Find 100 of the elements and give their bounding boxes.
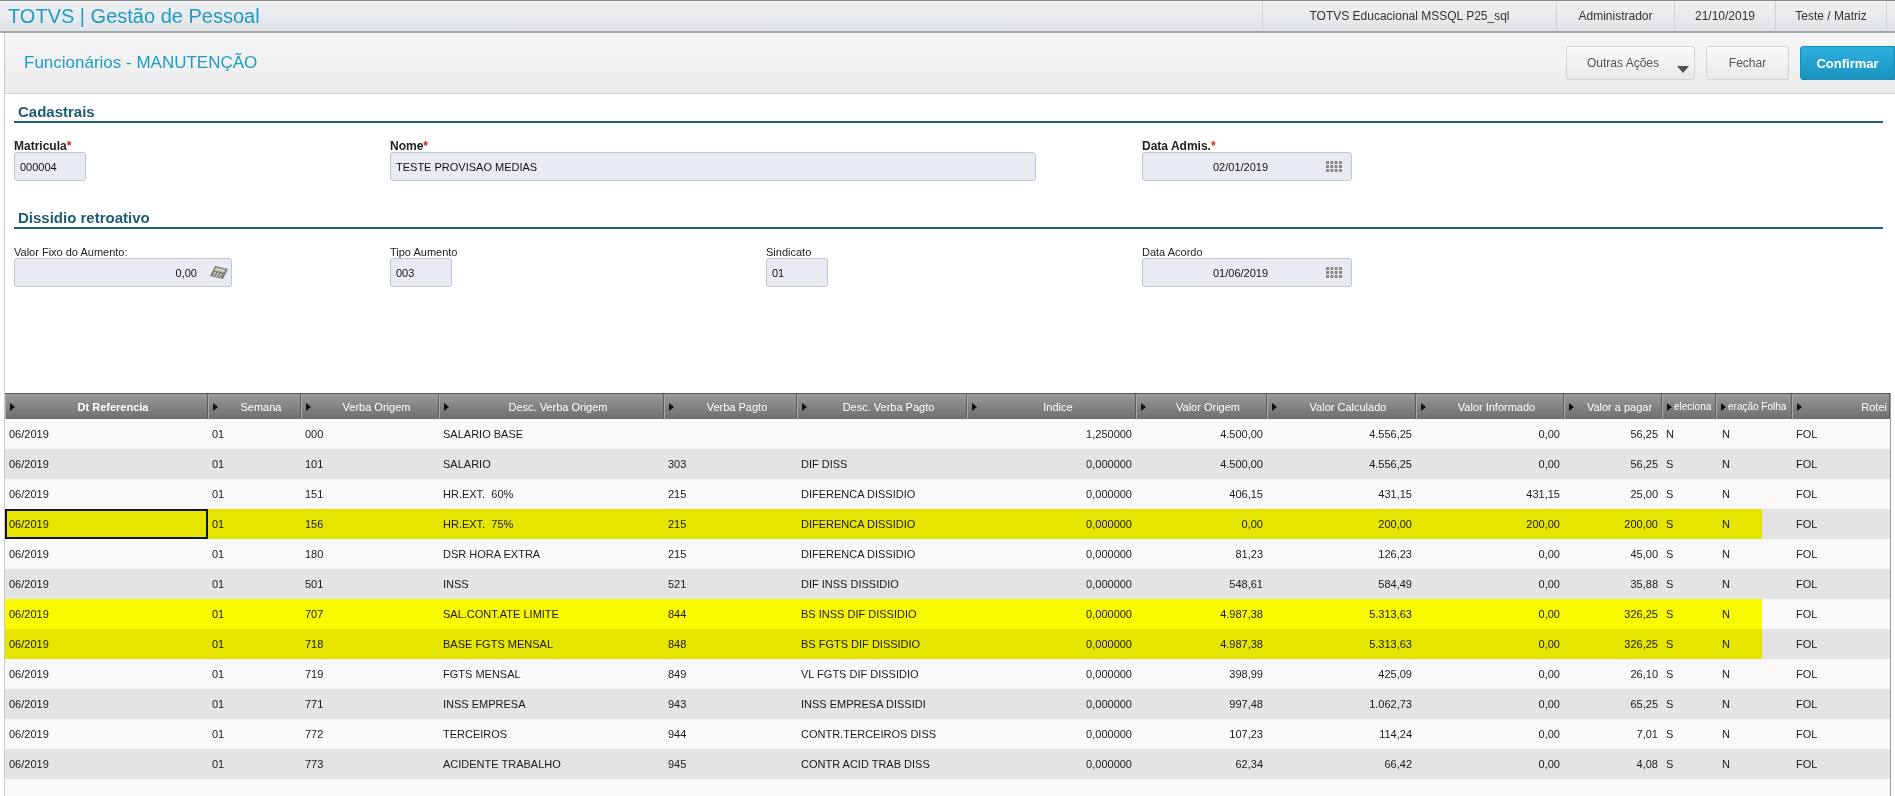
table-cell-text: 66,42: [1383, 757, 1413, 772]
close-button[interactable]: Fechar: [1706, 46, 1789, 80]
calculator-icon[interactable]: [210, 266, 228, 279]
caret-icon[interactable]: [306, 402, 311, 411]
caret-icon[interactable]: [1141, 402, 1146, 411]
input-field[interactable]: 01: [766, 258, 828, 287]
caret-icon[interactable]: [669, 402, 674, 411]
table-cell-text: 114,24: [1378, 727, 1413, 742]
table-row[interactable]: 06/2019 01 718 BASE FGTS MENSAL 848 BS FGTS DIF DISSIDIO 0,000000 4.987,38 5.313,63 0,00 326,25 S N FOL: [5, 629, 1890, 659]
table-cell-text: 35,88: [1629, 577, 1659, 592]
table-cell-text: 01: [211, 457, 226, 472]
column-header[interactable]: Dt Referencia: [5, 394, 208, 419]
calendar-icon[interactable]: [1326, 267, 1342, 278]
table-cell-text: DSR HORA EXTRA: [442, 547, 542, 562]
table-cell-text: 944: [667, 727, 688, 742]
calendar-icon[interactable]: [1326, 161, 1342, 172]
section-title: Dissidio retroativo: [18, 209, 150, 226]
table-cell-text: N: [1665, 427, 1675, 442]
caret-icon: [1677, 65, 1689, 73]
date-field[interactable]: 02/01/2019: [1142, 152, 1352, 181]
table-cell-text: DIFERENCA DISSIDIO: [800, 487, 917, 502]
caret-icon[interactable]: [972, 402, 977, 411]
table-cell-text: N: [1721, 517, 1731, 532]
column-header[interactable]: Indice: [967, 394, 1136, 419]
column-header[interactable]: Valor Origem: [1136, 394, 1267, 419]
table-cell-text: 01: [211, 727, 226, 742]
input-field[interactable]: 000004: [14, 152, 86, 181]
table-cell-text: 01: [211, 667, 226, 682]
input-field[interactable]: TESTE PROVISAO MEDIAS: [390, 152, 1036, 181]
column-header[interactable]: Desc. Verba Origem: [439, 394, 664, 419]
table-cell-text: 4,08: [1635, 757, 1659, 772]
table-cell-text: 101: [304, 457, 325, 472]
table-cell-text: 4.987,38: [1219, 607, 1264, 622]
table-row[interactable]: 06/2019 01 101 SALARIO 303 DIF DISS 0,000000 4.500,00 4.556,25 0,00 56,25 S N FOL: [5, 449, 1890, 479]
column-header[interactable]: eração Folha: [1716, 394, 1792, 419]
table-cell-text: 997,48: [1228, 697, 1264, 712]
caret-icon[interactable]: [444, 402, 449, 411]
caret-icon[interactable]: [1421, 402, 1426, 411]
table-cell-text: 707: [304, 607, 325, 622]
column-header[interactable]: Valor a pagar: [1564, 394, 1662, 419]
table-cell-text: N: [1721, 757, 1731, 772]
table-cell-text: 0,000000: [1085, 547, 1133, 562]
input-field[interactable]: 003: [390, 258, 452, 287]
column-header[interactable]: Desc. Verba Pagto: [797, 394, 967, 419]
column-header[interactable]: Rotei: [1792, 394, 1890, 419]
column-header[interactable]: Verba Pagto: [664, 394, 797, 419]
table-cell-text: TERCEIROS: [442, 727, 509, 742]
table-row[interactable]: 06/2019 01 156 HR.EXT. 75% 215 DIFERENCA DISSIDIO 0,000000 0,00 200,00 200,00 200,00 S N FOL: [5, 509, 1890, 539]
field-label: Valor Fixo do Aumento:: [14, 246, 128, 258]
more-actions-button[interactable]: Outras Ações: [1566, 46, 1695, 80]
caret-icon[interactable]: [1272, 402, 1277, 411]
header-info-text: Administrador: [1578, 9, 1653, 23]
table-cell-text: N: [1721, 637, 1731, 652]
table-row[interactable]: 06/2019 01 501 INSS 521 DIF INSS DISSIDIO 0,000000 548,61 584,49 0,00 35,88 S N FOL: [5, 569, 1890, 599]
table-cell-text: 56,25: [1629, 427, 1659, 442]
table-cell-text: 0,000000: [1085, 517, 1133, 532]
table-cell-text: N: [1721, 697, 1731, 712]
caret-icon[interactable]: [1797, 402, 1802, 411]
table-cell-text: FOL: [1795, 637, 1819, 652]
table-cell-text: 5.313,63: [1368, 637, 1413, 652]
date-field[interactable]: 01/06/2019: [1142, 258, 1352, 287]
caret-icon[interactable]: [1569, 402, 1574, 411]
table-cell-text: S: [1665, 517, 1675, 532]
table-row[interactable]: 06/2019 01 771 INSS EMPRESA 943 INSS EMPRESA DISSIDI 0,000000 997,48 1.062,73 0,00 65,25 S N FOL: [5, 689, 1890, 719]
table-cell-text: 0,00: [1537, 457, 1561, 472]
caret-icon[interactable]: [213, 402, 218, 411]
table-cell-text: FOL: [1795, 607, 1819, 622]
table-cell-text: 151: [304, 487, 325, 502]
column-header[interactable]: Semana: [208, 394, 301, 419]
table-cell-text: 06/2019: [8, 577, 50, 592]
table-cell-text: 200,00: [1623, 517, 1659, 532]
table-cell-text: 06/2019: [8, 637, 50, 652]
caret-icon[interactable]: [802, 402, 807, 411]
caret-icon[interactable]: [10, 402, 15, 411]
table-cell-text: 156: [304, 517, 325, 532]
table-cell-text: 425,09: [1377, 667, 1413, 682]
table-cell-text: 4.556,25: [1368, 427, 1413, 442]
table-cell-text: N: [1721, 577, 1731, 592]
table-cell-text: BS FGTS DIF DISSIDIO: [800, 637, 922, 652]
column-header[interactable]: Verba Origem: [301, 394, 439, 419]
table-cell-text: 943: [667, 697, 688, 712]
number-field[interactable]: 0,00: [14, 258, 232, 287]
column-header[interactable]: eleciona: [1662, 394, 1716, 419]
column-header[interactable]: Valor Informado: [1416, 394, 1564, 419]
table-cell-text: 7,01: [1635, 727, 1659, 742]
table-cell-text: INSS EMPRESA: [442, 697, 527, 712]
table-row[interactable]: 06/2019 01 773 ACIDENTE TRABALHO 945 CONTR ACID TRAB DISS 0,000000 62,34 66,42 0,00 4,08 S N FOL: [5, 749, 1890, 779]
table-cell-text: FOL: [1795, 577, 1819, 592]
table-cell-text: FOL: [1795, 517, 1819, 532]
required-asterisk: *: [423, 139, 428, 153]
table-cell-text: 4.500,00: [1219, 427, 1264, 442]
column-header[interactable]: Valor Calculado: [1267, 394, 1416, 419]
caret-icon[interactable]: [1667, 402, 1672, 411]
table-cell-text: 1.062,73: [1368, 697, 1413, 712]
caret-icon[interactable]: [1721, 402, 1726, 411]
table-cell-text: N: [1721, 457, 1731, 472]
table-cell-text: 01: [211, 697, 226, 712]
table-cell-text: S: [1665, 577, 1675, 592]
table-cell-text: 0,000000: [1085, 487, 1133, 502]
table-cell-text: 01: [211, 487, 226, 502]
